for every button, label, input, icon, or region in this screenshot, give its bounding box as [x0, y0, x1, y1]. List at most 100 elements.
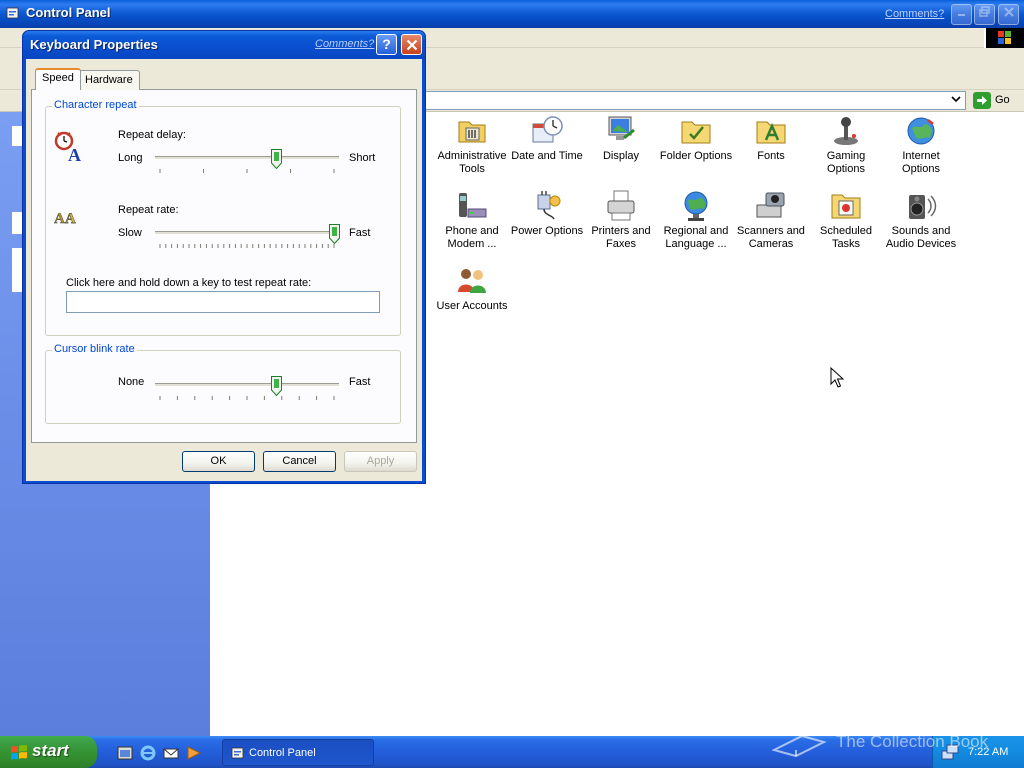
- slider-thumb[interactable]: [271, 376, 282, 396]
- item-power-options[interactable]: Power Options: [509, 189, 585, 238]
- control-panel-icon: [6, 7, 19, 19]
- slider-track: [155, 231, 339, 235]
- item-label: Gaming Options: [826, 150, 866, 175]
- repeat-delay-max-label: Short: [349, 152, 376, 164]
- start-label: start: [32, 741, 69, 760]
- control-panel-icon: [231, 747, 244, 759]
- minimize-button[interactable]: [951, 4, 972, 25]
- item-phone-and-modem[interactable]: Phone and Modem ...: [434, 189, 510, 251]
- restore-icon: [978, 6, 990, 17]
- address-dropdown-button[interactable]: [948, 93, 964, 109]
- help-icon: ?: [382, 36, 391, 52]
- item-printers-and-faxes[interactable]: Printers and Faxes: [583, 189, 659, 251]
- show-desktop-icon[interactable]: [116, 744, 134, 762]
- taskbar: start Control Panel 7:22 AM The Collecti…: [0, 732, 1024, 768]
- character-repeat-group: Character repeat A Repeat delay: Long Sh…: [45, 99, 401, 336]
- go-button[interactable]: Go: [970, 91, 1020, 111]
- repeat-rate-label: Repeat rate:: [118, 204, 179, 216]
- administrative-tools-icon: [458, 121, 486, 143]
- start-button[interactable]: start: [0, 736, 97, 768]
- cancel-button[interactable]: Cancel: [263, 451, 336, 472]
- dialog-comments-link[interactable]: Comments?: [315, 38, 374, 50]
- item-user-accounts[interactable]: User Accounts: [434, 264, 510, 313]
- dialog-body: Speed Hardware Character repeat A Repeat…: [26, 59, 422, 481]
- item-label: Internet Options: [902, 150, 940, 175]
- slider-ticks: [159, 169, 335, 173]
- item-label: Fonts: [757, 150, 785, 162]
- cursor-blink-max-label: Fast: [349, 376, 371, 388]
- item-label: Date and Time: [511, 150, 583, 162]
- windows-flag-icon: [998, 31, 1011, 44]
- item-sounds-and-audio-devices[interactable]: Sounds and Audio Devices: [883, 189, 959, 251]
- control-panel-comments-link[interactable]: Comments?: [885, 8, 944, 20]
- item-label: Scanners and Cameras: [737, 225, 805, 250]
- watermark-text: The Collection Book: [836, 732, 989, 751]
- fonts-icon: [756, 121, 786, 144]
- group-legend: Cursor blink rate: [52, 343, 137, 355]
- date-and-time-icon: [532, 116, 563, 143]
- internet-explorer-icon[interactable]: [139, 744, 157, 762]
- repeat-rate-min-label: Slow: [118, 227, 142, 239]
- repeat-rate-icon: AA A: [54, 211, 76, 227]
- item-date-and-time[interactable]: Date and Time: [509, 114, 585, 163]
- close-icon: [1003, 7, 1014, 17]
- keyboard-properties-dialog: Keyboard Properties Comments? ? Speed Ha…: [22, 30, 426, 484]
- taskbar-button-label: Control Panel: [249, 747, 316, 759]
- item-scanners-and-cameras[interactable]: Scanners and Cameras: [733, 189, 809, 251]
- sounds-and-audio-devices-icon: [909, 195, 937, 219]
- help-button[interactable]: ?: [376, 34, 397, 55]
- slider-ticks: [159, 396, 335, 400]
- phone-and-modem-icon: [459, 193, 487, 218]
- item-scheduled-tasks[interactable]: Scheduled Tasks: [808, 189, 884, 251]
- internet-options-icon: [907, 117, 935, 145]
- windows-flag-icon: [11, 745, 27, 760]
- item-gaming-options[interactable]: Gaming Options: [808, 114, 884, 176]
- folder-options-icon: [681, 121, 711, 144]
- slider-thumb[interactable]: [271, 149, 282, 169]
- book-watermark-icon: [772, 734, 827, 758]
- svg-text:A: A: [65, 211, 76, 227]
- repeat-rate-slider[interactable]: [155, 224, 340, 250]
- restore-button[interactable]: [974, 4, 995, 25]
- media-player-icon[interactable]: [185, 744, 203, 762]
- item-label: Power Options: [510, 225, 584, 237]
- scheduled-tasks-icon: [831, 194, 861, 219]
- item-label: Administrative Tools: [437, 150, 507, 175]
- item-folder-options[interactable]: Folder Options: [658, 114, 734, 163]
- windows-logo: [986, 28, 1024, 48]
- item-internet-options[interactable]: Internet Options: [883, 114, 959, 176]
- tab-hardware[interactable]: Hardware: [78, 70, 140, 90]
- item-display[interactable]: Display: [583, 114, 659, 163]
- regional-and-language-icon: [684, 191, 708, 221]
- cursor-blink-slider[interactable]: [155, 376, 339, 402]
- item-fonts[interactable]: Fonts: [733, 114, 809, 163]
- group-legend: Character repeat: [52, 99, 139, 111]
- svg-text:A: A: [68, 145, 81, 163]
- item-label: Scheduled Tasks: [820, 225, 872, 250]
- control-panel-titlebar[interactable]: Control Panel Comments?: [0, 0, 1024, 28]
- item-administrative-tools[interactable]: Administrative Tools: [434, 114, 510, 176]
- dialog-titlebar[interactable]: Keyboard Properties Comments? ?: [23, 31, 425, 59]
- control-panel-title: Control Panel: [26, 5, 111, 20]
- slider-thumb[interactable]: [329, 224, 340, 244]
- ok-button[interactable]: OK: [182, 451, 255, 472]
- item-label: Folder Options: [659, 150, 733, 162]
- outlook-express-icon[interactable]: [162, 744, 180, 762]
- go-label: Go: [995, 94, 1010, 106]
- tab-speed[interactable]: Speed: [35, 68, 81, 90]
- item-label: Display: [602, 150, 640, 162]
- go-arrow-icon: [973, 92, 991, 109]
- close-button[interactable]: [998, 4, 1019, 25]
- gaming-options-icon: [834, 117, 858, 145]
- taskbar-button-control-panel[interactable]: Control Panel: [222, 739, 374, 766]
- item-label: Printers and Faxes: [591, 225, 651, 250]
- item-regional-and-language[interactable]: Regional and Language ...: [658, 189, 734, 251]
- dialog-close-button[interactable]: [401, 34, 422, 55]
- power-options-icon: [537, 191, 561, 220]
- cursor-blink-group: Cursor blink rate None Fast: [45, 343, 401, 424]
- minimize-icon: [957, 14, 965, 16]
- repeat-delay-slider[interactable]: [155, 149, 339, 175]
- test-repeat-input[interactable]: [66, 291, 380, 313]
- apply-button[interactable]: Apply: [344, 451, 417, 472]
- printers-and-faxes-icon: [607, 190, 635, 221]
